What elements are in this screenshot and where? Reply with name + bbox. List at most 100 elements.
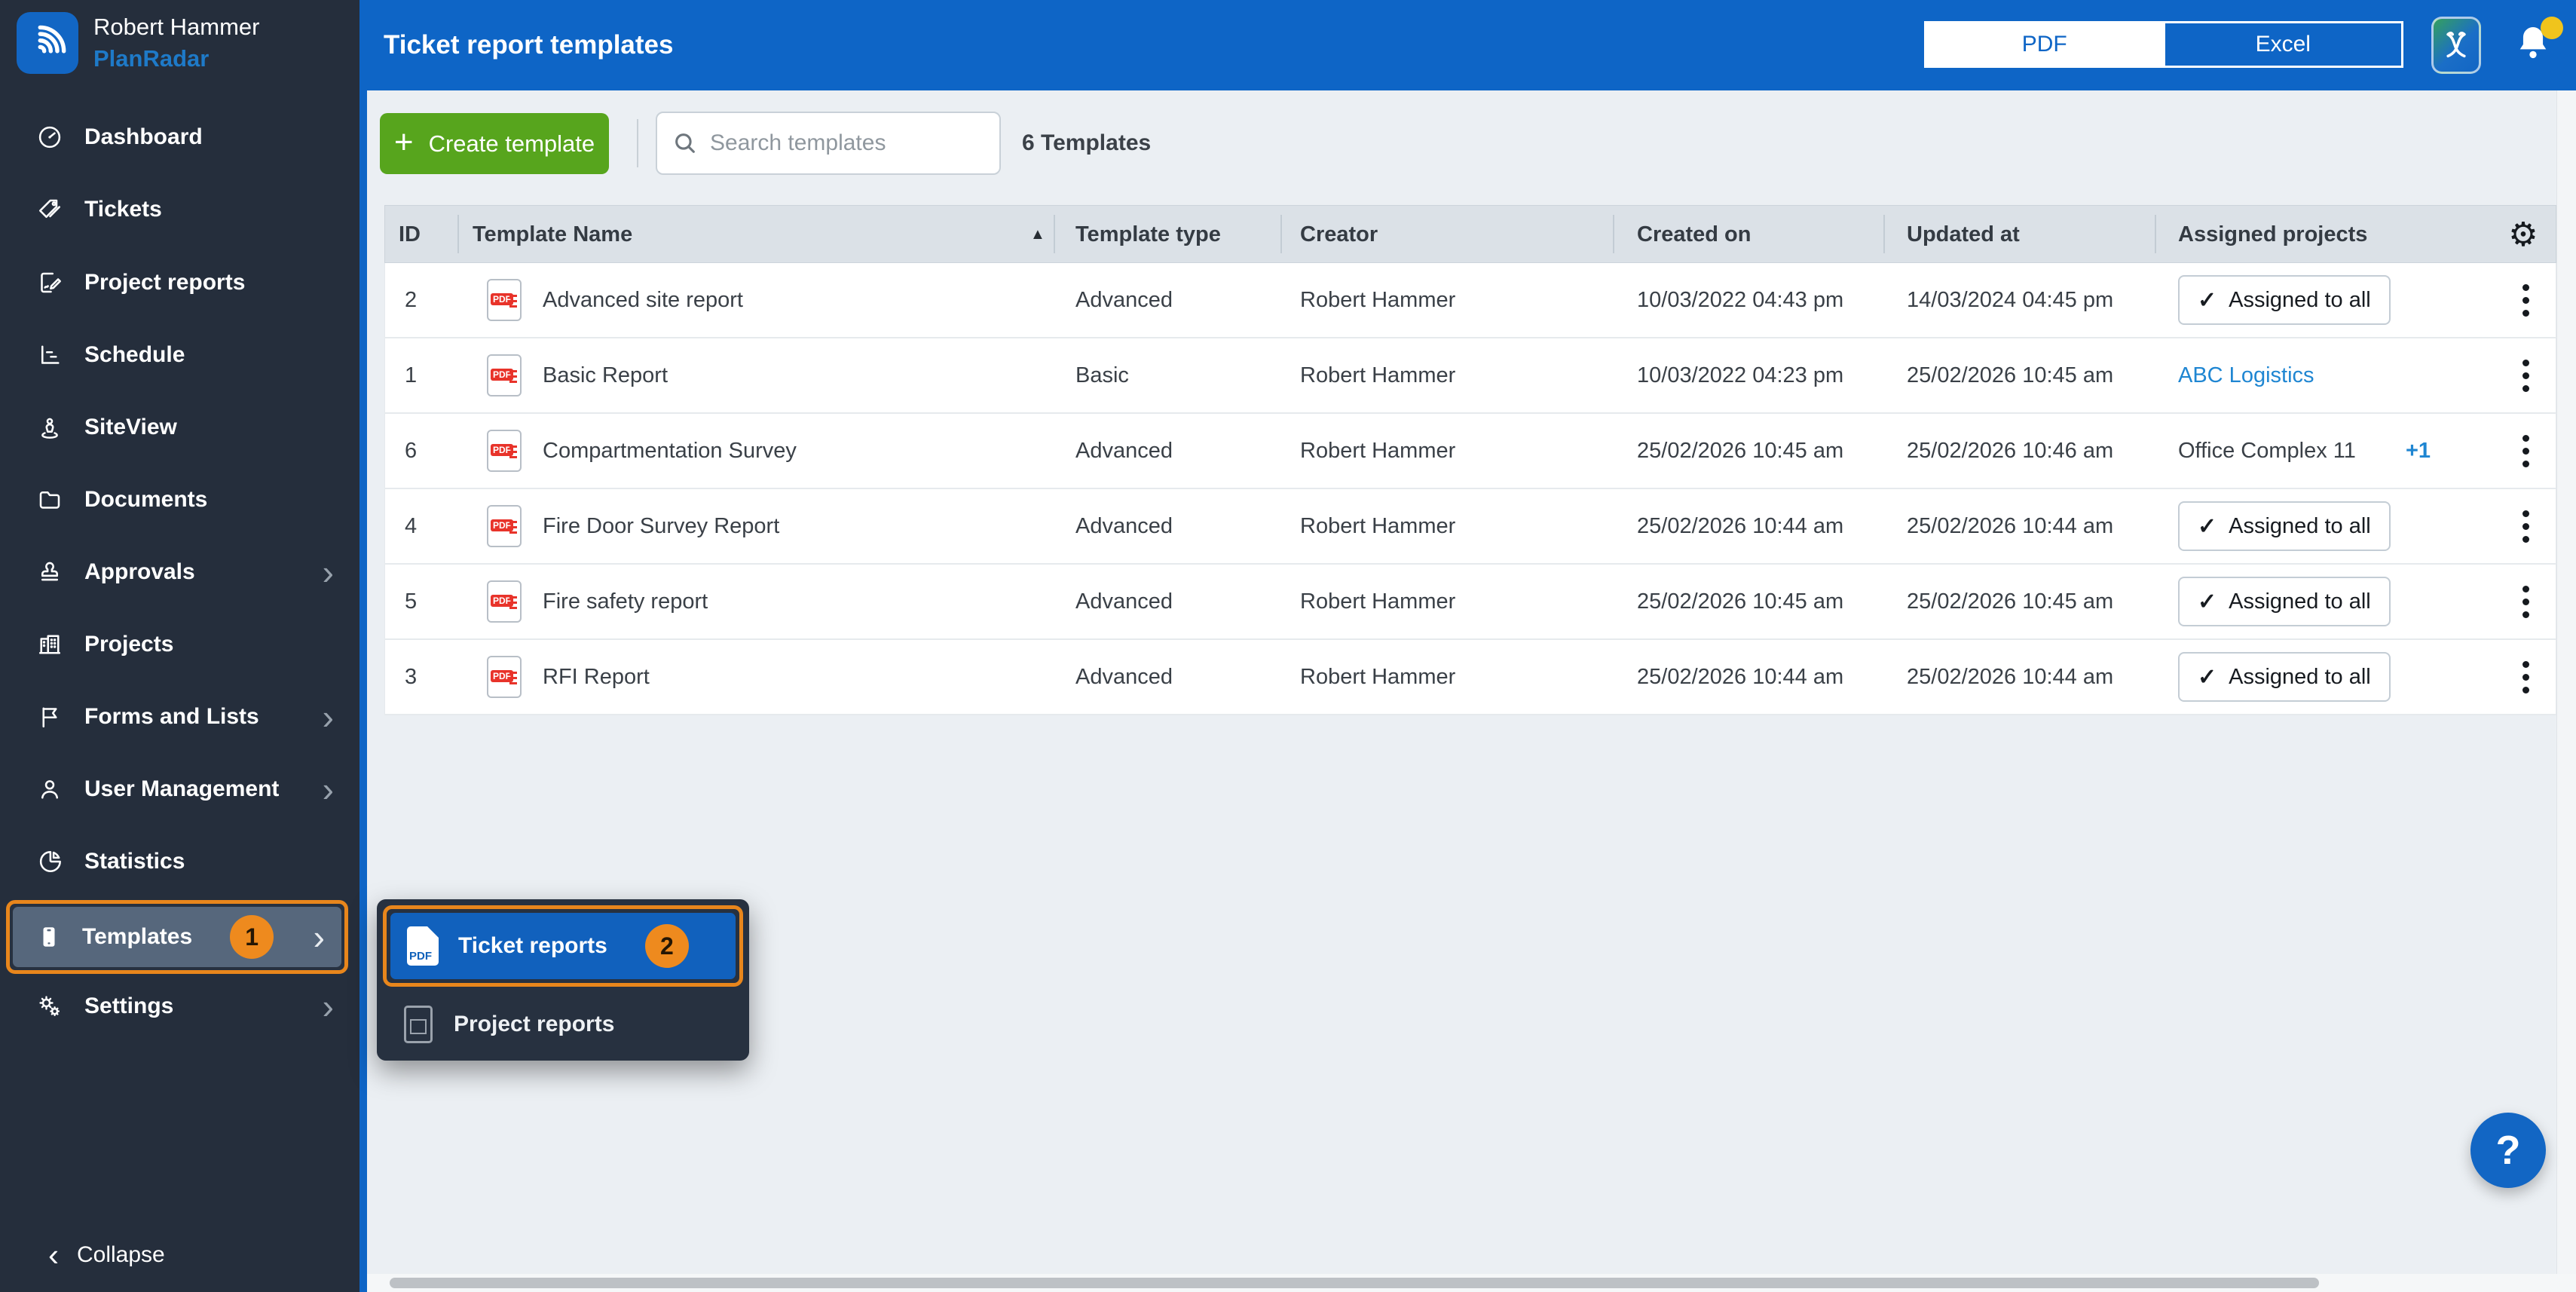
search-input[interactable] [708, 130, 960, 157]
tickets-icon [36, 196, 63, 223]
sidebar-item-tickets[interactable]: Tickets [0, 173, 359, 246]
row-actions-kebab-menu[interactable] [2510, 489, 2541, 563]
sidebar-item-label: Approvals [84, 559, 195, 585]
sidebar-item-label: Dashboard [84, 124, 203, 150]
pie-chart-icon [36, 848, 63, 875]
create-template-button[interactable]: + Create template [380, 113, 609, 174]
sidebar-item-dashboard[interactable]: Dashboard [0, 101, 359, 173]
assigned-to-all-button[interactable]: ✓ Assigned to all [2178, 501, 2391, 551]
cell-template-name: Fire Door Survey Report [543, 489, 779, 563]
sidebar-item-templates[interactable]: Templates 1 › [13, 907, 341, 967]
pdf-file-icon: PDF [487, 656, 522, 698]
sidebar-item-schedule[interactable]: Schedule [0, 319, 359, 391]
table-row[interactable]: 6 PDF Compartmentation Survey Advanced R… [384, 414, 2556, 489]
column-divider [457, 215, 459, 253]
sidebar-item-forms-and-lists[interactable]: Forms and Lists › [0, 681, 359, 753]
sidebar-item-statistics[interactable]: Statistics [0, 825, 359, 898]
dashboard-icon [36, 124, 63, 151]
table-header-row: ID Template Name ▲ Template type Creator… [384, 205, 2556, 263]
templates-clipboard-icon [35, 923, 63, 951]
column-header-creator[interactable]: Creator [1300, 206, 1378, 264]
cell-template-type: Advanced [1075, 414, 1173, 488]
schedule-icon [36, 341, 63, 369]
cell-template-type: Advanced [1075, 640, 1173, 714]
row-actions-kebab-menu[interactable] [2510, 414, 2541, 488]
cell-updated-at: 25/02/2026 10:45 am [1907, 338, 2113, 412]
toolbar-divider [637, 119, 638, 167]
submenu-item-ticket-reports[interactable]: PDF Ticket reports 2 [390, 913, 736, 979]
table-row[interactable]: 3 PDF RFI Report Advanced Robert Hammer … [384, 640, 2556, 715]
account-block[interactable]: Robert Hammer PlanRadar [17, 12, 260, 74]
flag-icon [36, 703, 63, 730]
sidebar-item-label: Settings [84, 993, 173, 1019]
column-header-name[interactable]: Template Name [473, 206, 632, 264]
cell-template-type: Advanced [1075, 565, 1173, 638]
cell-template-name: Fire safety report [543, 565, 708, 638]
cell-creator: Robert Hammer [1300, 414, 1455, 488]
row-actions-kebab-menu[interactable] [2510, 263, 2541, 337]
settings-gears-icon [36, 993, 63, 1020]
sidebar-item-approvals[interactable]: Approvals › [0, 536, 359, 608]
sidebar-item-documents[interactable]: Documents [0, 464, 359, 536]
check-icon: ✓ [2198, 287, 2217, 314]
sidebar-item-label: Project reports [84, 270, 245, 295]
column-header-updated[interactable]: Updated at [1907, 206, 2020, 264]
row-actions-kebab-menu[interactable] [2510, 640, 2541, 714]
check-icon: ✓ [2198, 589, 2217, 615]
column-header-id[interactable]: ID [399, 206, 421, 264]
search-icon [672, 130, 698, 156]
assigned-to-all-button[interactable]: ✓ Assigned to all [2178, 275, 2391, 325]
column-divider [2155, 215, 2156, 253]
cell-updated-at: 14/03/2024 04:45 pm [1907, 263, 2113, 337]
check-icon: ✓ [2198, 664, 2217, 690]
sidebar-item-siteview[interactable]: SiteView [0, 391, 359, 464]
table-row[interactable]: 5 PDF Fire safety report Advanced Robert… [384, 565, 2556, 640]
notifications-button[interactable] [2512, 20, 2554, 72]
cell-created-on: 10/03/2022 04:23 pm [1637, 338, 1843, 412]
assigned-project-link[interactable]: ABC Logistics [2178, 338, 2314, 412]
page-title: Ticket report templates [384, 0, 674, 90]
check-icon: ✓ [2198, 513, 2217, 540]
table-row[interactable]: 2 PDF Advanced site report Advanced Robe… [384, 263, 2556, 338]
sidebar: Robert Hammer PlanRadar Dashboard Ticket… [0, 0, 359, 1292]
row-actions-kebab-menu[interactable] [2510, 338, 2541, 412]
chevron-left-icon: ‹ [48, 1239, 59, 1271]
assigned-to-all-button[interactable]: ✓ Assigned to all [2178, 652, 2391, 702]
sidebar-item-user-management[interactable]: User Management › [0, 753, 359, 825]
user-name: Robert Hammer [93, 14, 260, 41]
collapse-label: Collapse [77, 1242, 165, 1268]
assigned-to-all-button[interactable]: ✓ Assigned to all [2178, 577, 2391, 626]
cell-template-name: RFI Report [543, 640, 650, 714]
sidebar-item-project-reports[interactable]: Project reports [0, 246, 359, 319]
column-divider [1883, 215, 1885, 253]
table-row[interactable]: 1 PDF Basic Report Basic Robert Hammer 1… [384, 338, 2556, 414]
cell-created-on: 25/02/2026 10:44 am [1637, 640, 1843, 714]
table-row[interactable]: 4 PDF Fire Door Survey Report Advanced R… [384, 489, 2556, 565]
column-header-created[interactable]: Created on [1637, 206, 1751, 264]
collapse-sidebar-button[interactable]: ‹ Collapse [48, 1236, 165, 1274]
cell-updated-at: 25/02/2026 10:44 am [1907, 640, 2113, 714]
submenu-item-project-reports[interactable]: Project reports [390, 997, 734, 1052]
cell-created-on: 25/02/2026 10:45 am [1637, 565, 1843, 638]
create-template-label: Create template [429, 130, 595, 158]
connect-app-button[interactable] [2431, 17, 2481, 74]
template-count: 6 Templates [1022, 112, 1151, 175]
column-settings-gear-icon[interactable]: ⚙ [2504, 206, 2542, 264]
cell-updated-at: 25/02/2026 10:44 am [1907, 489, 2113, 563]
format-tab-pdf[interactable]: PDF [1926, 23, 2163, 66]
column-header-assigned[interactable]: Assigned projects [2178, 206, 2367, 264]
assigned-more-link[interactable]: +1 [2406, 414, 2431, 488]
row-actions-kebab-menu[interactable] [2510, 565, 2541, 638]
horizontal-scrollbar-thumb[interactable] [390, 1278, 2319, 1288]
sidebar-item-projects[interactable]: Projects [0, 608, 359, 681]
page-header: Ticket report templates PDF Excel [367, 0, 2576, 90]
format-tab-excel[interactable]: Excel [2163, 23, 2402, 66]
help-button[interactable]: ? [2470, 1113, 2546, 1188]
sidebar-item-settings[interactable]: Settings › [0, 970, 359, 1042]
sort-ascending-icon[interactable]: ▲ [1030, 206, 1045, 264]
column-divider [1054, 215, 1055, 253]
horizontal-scrollbar-track[interactable] [367, 1274, 2576, 1292]
chevron-right-icon: › [314, 920, 325, 954]
projects-buildings-icon [36, 631, 63, 658]
column-header-type[interactable]: Template type [1075, 206, 1221, 264]
